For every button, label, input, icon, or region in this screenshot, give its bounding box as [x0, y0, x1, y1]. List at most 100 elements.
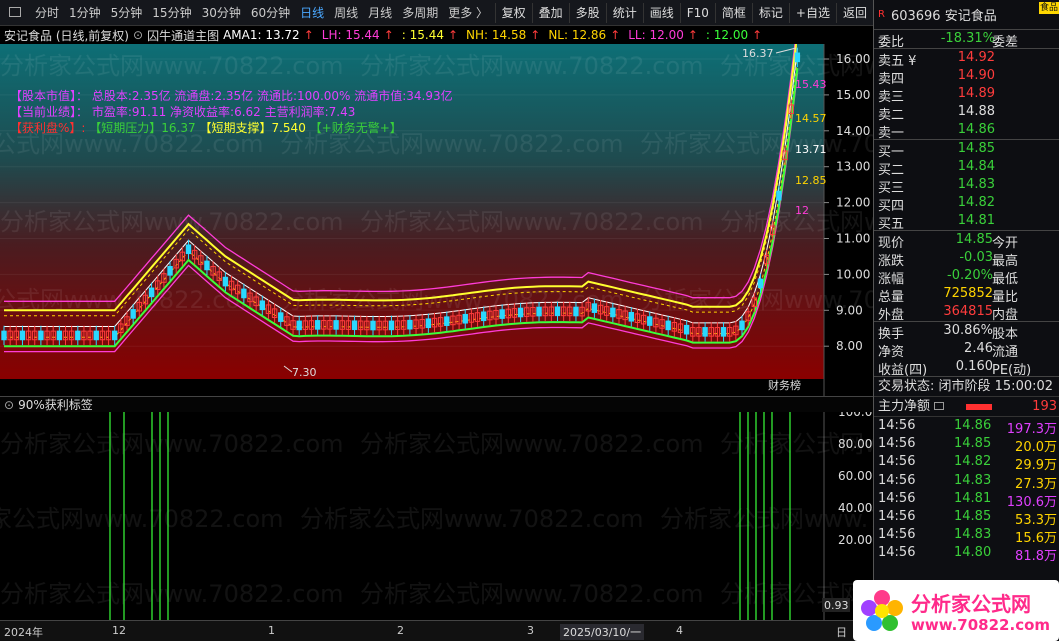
tick-time: 14:56	[878, 472, 916, 488]
flower-logo-icon	[861, 590, 903, 631]
sub-indicator-chart[interactable]: 分析家公式网www.70822.com 分析家公式网www.70822.com 分析…	[0, 412, 873, 620]
menu-icon[interactable]	[4, 0, 30, 26]
date-label-dec: 12	[112, 624, 126, 637]
candle-body	[425, 318, 432, 329]
sub-watermark-text: 分析家公式网www.70822.com	[720, 580, 873, 608]
period-tab-6[interactable]: 日线	[295, 0, 329, 26]
stat-row-2-value: -0.20%	[947, 268, 993, 283]
sub-watermark-text: 分析家公式网www.70822.com	[360, 580, 704, 608]
stock-badge: R	[878, 9, 885, 20]
tool-button-8[interactable]: +自选	[788, 2, 836, 23]
tick-row: 14:56 14.80 81.8万	[874, 544, 1059, 564]
date-cursor-label: 2025/03/10/一	[560, 624, 645, 640]
sell-level-3-value: 14.89	[957, 86, 995, 101]
sub-watermark-text: 分析家公式网www.70822.com	[360, 430, 704, 458]
tool-button-3[interactable]: 统计	[605, 2, 643, 23]
tool-button-7[interactable]: 标记	[751, 2, 789, 23]
candle-body	[683, 324, 690, 335]
sell-level-1-value: 14.86	[957, 122, 995, 137]
period-tab-9[interactable]: 多周期	[397, 0, 443, 26]
stat-row-4-value: 364815	[943, 304, 993, 319]
tick-time: 14:56	[878, 454, 916, 470]
tick-price: 14.82	[954, 454, 992, 470]
tool-button-5[interactable]: F10	[679, 2, 715, 23]
tool-button-4[interactable]: 画线	[642, 2, 680, 23]
date-label-feb: 2	[397, 624, 404, 637]
buy-level-5-label: 买五	[878, 217, 905, 232]
quote-panel: R 603696 安记食品 食品 委比 -18.31% 委差 卖五 ¥14.92…	[873, 0, 1059, 641]
sub-current-value: 0.93	[824, 599, 849, 612]
candle-body	[241, 288, 247, 299]
sub-axis-label: 20.00	[838, 533, 872, 547]
tool-button-6[interactable]: 简框	[714, 2, 752, 23]
industry-tag[interactable]: 食品	[1039, 2, 1059, 14]
indicator-name[interactable]: 囚牛通道主图	[147, 27, 219, 44]
sub-settings-icon[interactable]: ⊙	[4, 398, 14, 412]
period-tab-2[interactable]: 5分钟	[106, 0, 148, 26]
date-label-apr: 4	[676, 624, 683, 637]
tool-button-0[interactable]: 复权	[494, 2, 532, 23]
price-axis-label: 13.00	[836, 160, 870, 174]
tick-price: 14.80	[954, 545, 992, 561]
price-axis-label: 16.00	[836, 52, 870, 66]
nh-value: NH: 14.58 ↑	[466, 28, 541, 42]
info-capital-text: 总股本:2.35亿 流通盘:2.35亿 流通比:100.00% 流通市值:34.…	[91, 89, 453, 103]
tool-button-1[interactable]: 叠加	[531, 2, 569, 23]
tick-price: 14.83	[954, 472, 992, 488]
candle-body	[610, 307, 616, 318]
tool-button-2[interactable]: 多股	[568, 2, 606, 23]
sub-indicator-title[interactable]: 90%获利标签	[18, 396, 93, 413]
weibi-value: -18.31%	[940, 31, 995, 46]
candle-body	[370, 320, 376, 331]
buy-level-2-value: 14.84	[957, 159, 995, 174]
lh-arrow: ↑	[383, 28, 394, 42]
candle-body	[112, 330, 118, 341]
period-tab-more[interactable]: 更多 〉	[443, 0, 493, 26]
toolbar: 分时 1分钟 5分钟 15分钟 30分钟 60分钟 日线 周线 月线 多周期 更…	[0, 0, 873, 26]
tick-time: 14:56	[878, 508, 916, 524]
watermark-text: 分析家公式网www.70822.com	[0, 52, 344, 80]
tool-button-9[interactable]: 返回	[835, 2, 873, 23]
indicator-settings-icon[interactable]: ⊙	[133, 28, 143, 42]
stat-row-3: 总量 725852 量比	[874, 285, 1059, 305]
stat2-row-2: 收益(四) 0.160 PE(动)	[874, 358, 1059, 378]
sub-axis-label: 80.00	[838, 437, 872, 451]
candle-body	[720, 327, 727, 337]
candle-body	[296, 320, 302, 331]
price-axis-label: 10.00	[836, 267, 870, 281]
period-tab-3[interactable]: 15分钟	[147, 0, 196, 26]
logo-line-1: 分析家公式网	[911, 592, 1031, 616]
date-label-year: 2024年	[4, 626, 43, 639]
sell-level-5-value: 14.92	[957, 50, 995, 65]
sell-level-1-label: 卖一	[878, 126, 905, 141]
info-capital-label: 【股本市值】：	[10, 89, 89, 103]
tick-volume: 27.3万	[1015, 476, 1057, 492]
stock-code-name[interactable]: 603696 安记食品	[891, 5, 997, 24]
sell-orders: 卖五 ¥14.92 卖四 14.90 卖三 14.89 卖二 14.88 卖一 14.86	[874, 49, 1059, 141]
tick-time: 14:56	[878, 418, 916, 433]
stat-row-0: 现价 14.85 今开	[874, 231, 1059, 251]
ll-arrow: ↑	[687, 28, 698, 42]
period-tab-1[interactable]: 1分钟	[64, 0, 106, 26]
watermark-text: 分析家公式网www.70822.com	[360, 208, 704, 236]
sub-indicator-header: ⊙ 90%获利标签	[0, 396, 873, 412]
quote-stats: 现价 14.85 今开 涨跌 -0.03 最高 涨幅 -0.20% 最低 总量 725852 量比 外盘…	[874, 231, 1059, 323]
chart-header: 安记食品 (日线,前复权) ⊙ 囚牛通道主图 AMA1: 13.72 ↑ LH: …	[0, 26, 873, 44]
tick-time: 14:56	[878, 545, 916, 561]
period-tab-5[interactable]: 60分钟	[246, 0, 295, 26]
candle-body	[1, 330, 7, 341]
sub-axis-label: 100.0	[838, 412, 872, 419]
band-right-label: 13.71	[795, 143, 827, 156]
sell-level-4: 卖四 14.90	[874, 67, 1059, 87]
period-tab-4[interactable]: 30分钟	[197, 0, 246, 26]
main-force-toggle-icon[interactable]	[934, 402, 945, 410]
period-tab-0[interactable]: 分时	[30, 0, 64, 26]
candle-body	[333, 320, 339, 330]
period-tab-7[interactable]: 周线	[329, 0, 363, 26]
tick-list[interactable]: 14:56 14.86 197.3万 14:56 14.85 20.0万 14:56 14.8…	[874, 417, 1059, 564]
period-tab-8[interactable]: 月线	[363, 0, 397, 26]
stat2-row-2-label: 收益(四)	[878, 363, 928, 378]
candle-body	[444, 316, 450, 326]
buy-orders: 买一 14.85 买二 14.84 买三 14.83 买四 14.82 买五 14.81	[874, 140, 1059, 232]
lh2-arrow: ↑	[447, 28, 459, 42]
